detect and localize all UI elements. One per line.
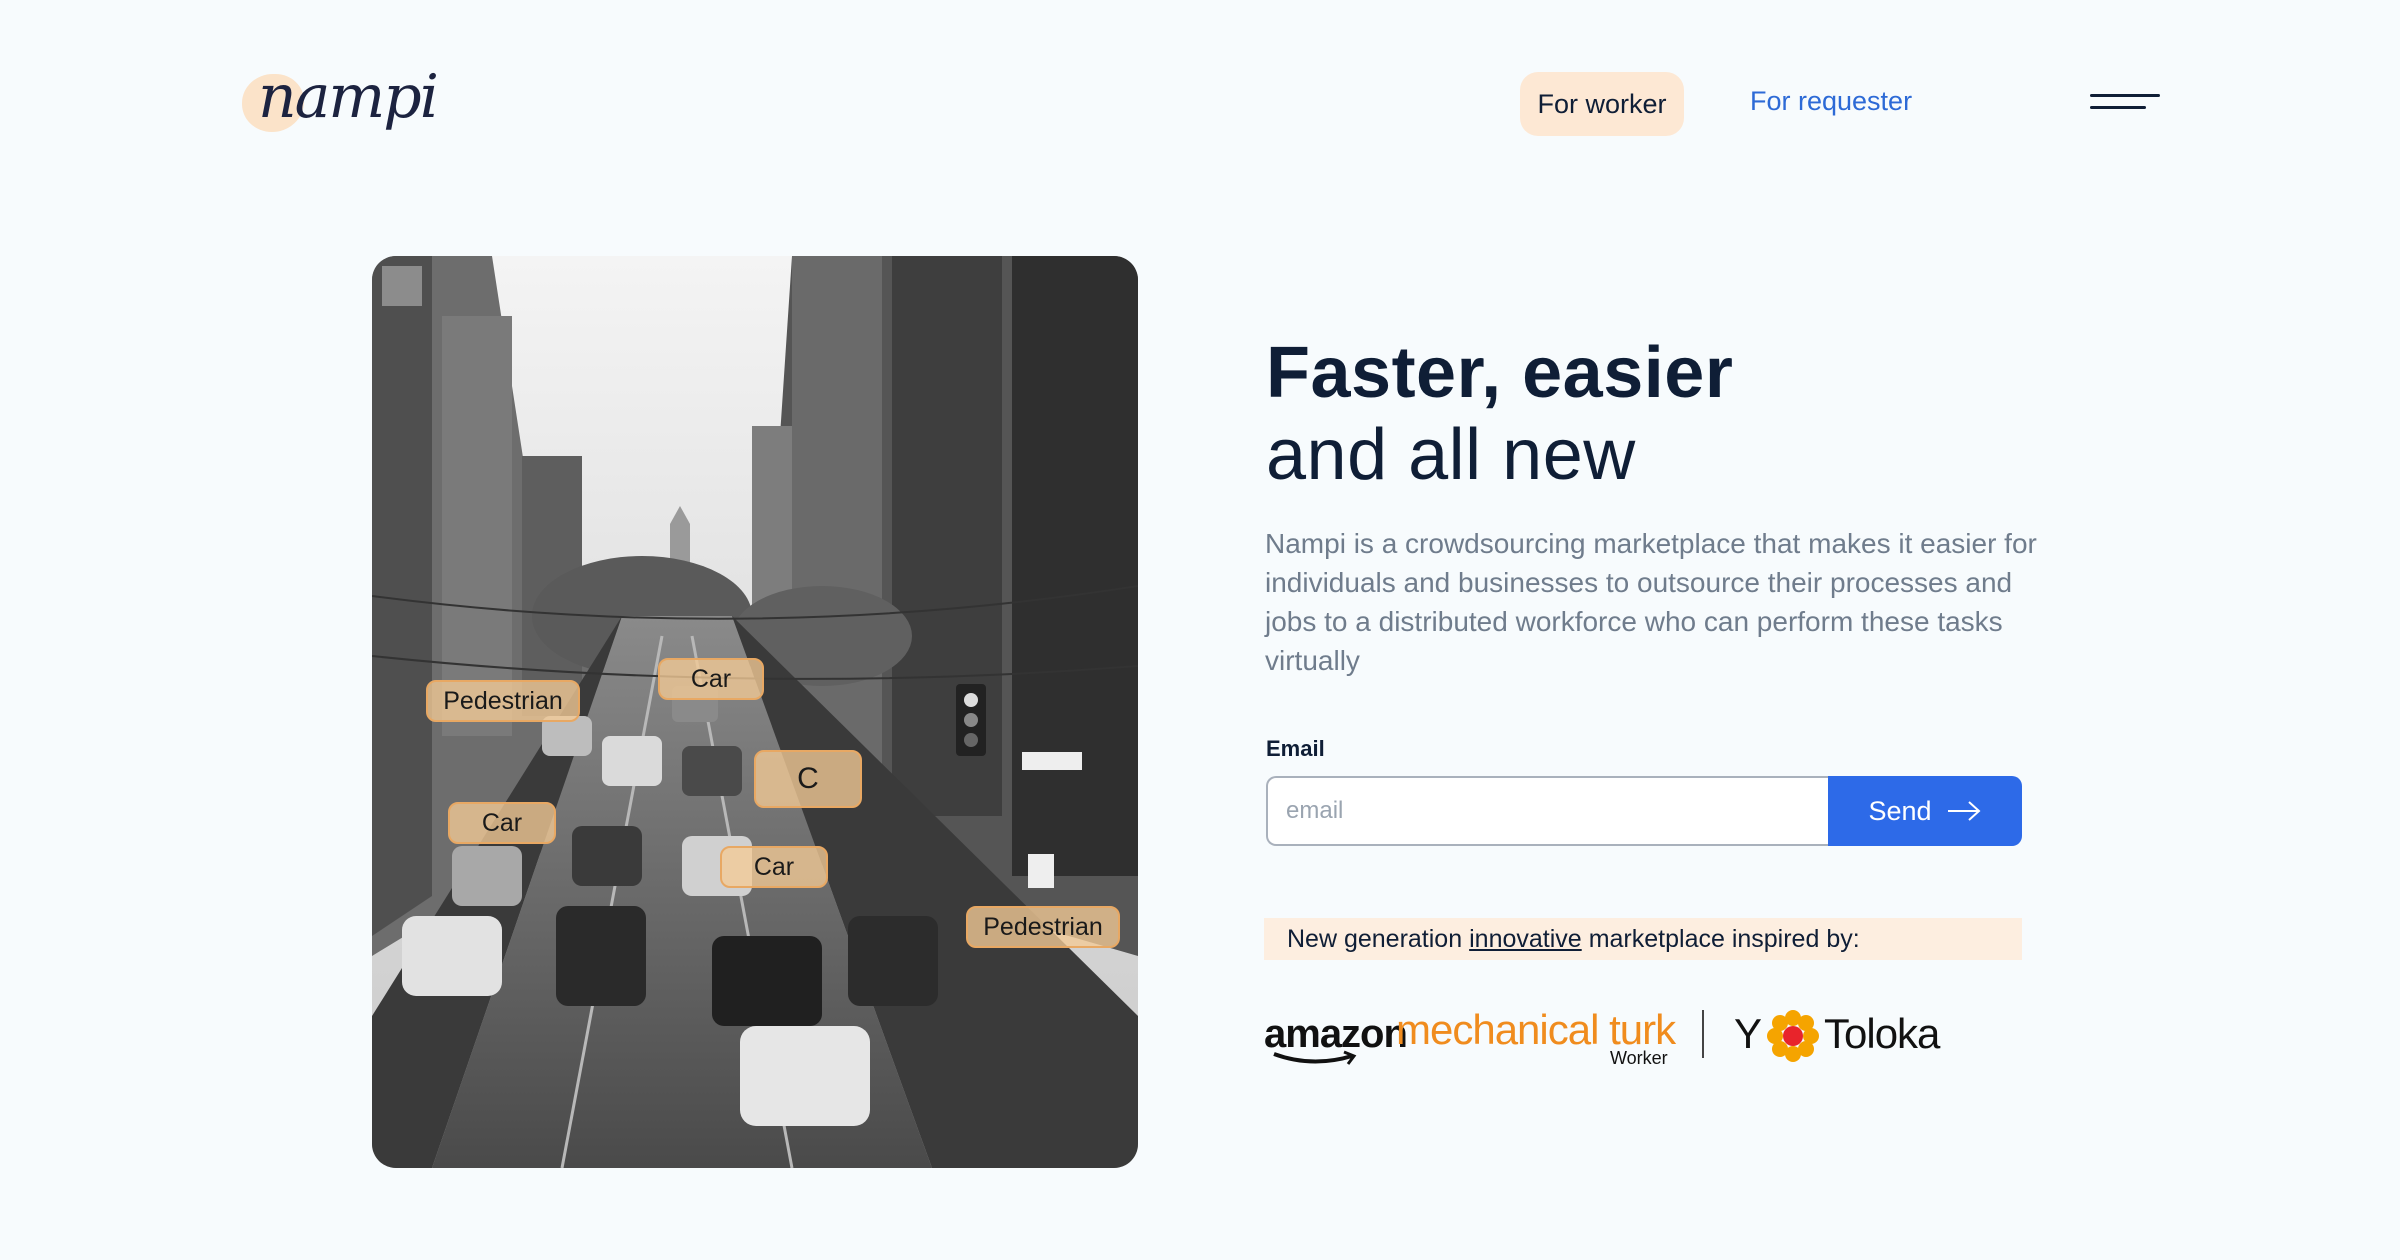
menu-line-top [2090, 94, 2160, 97]
label-tag-car: Car [720, 846, 828, 888]
innovative-link[interactable]: innovative [1469, 925, 1582, 954]
page: nampi For worker For requester Pedestria… [0, 0, 2400, 1260]
label-tag-pedestrian: Pedestrian [426, 680, 580, 722]
arrow-right-icon [1947, 801, 1981, 821]
inspired-banner: New generation innovative marketplace in… [1264, 918, 2022, 960]
inspired-suffix: marketplace inspired by: [1588, 924, 1860, 953]
toloka-flower-icon [1767, 1010, 1819, 1062]
mturk-logo-text: mechanical turk [1396, 1006, 1676, 1053]
mturk-worker-text: Worker [1610, 1048, 1668, 1068]
description-text: Nampi is a crowdsourcing marketplace tha… [1265, 528, 2037, 676]
send-button[interactable]: Send [1828, 776, 2022, 846]
toloka-logo-text: Toloka [1824, 1010, 1940, 1057]
yandex-y-logo: Y [1734, 1010, 1763, 1057]
email-label: Email [1266, 736, 1325, 761]
inspired-prefix: New generation [1287, 924, 1463, 953]
label-tag-car-partial: C [754, 750, 862, 808]
headline-regular: and all new [1266, 415, 1636, 495]
nav-for-worker[interactable]: For worker [1520, 72, 1684, 136]
menu-line-bottom [2090, 106, 2146, 109]
nav-for-requester[interactable]: For requester [1750, 86, 1912, 117]
street-scene-image: Pedestrian Car C Car Car Pedestrian [372, 256, 1138, 1168]
nampi-logo[interactable]: nampi [238, 62, 439, 152]
label-tag-car: Car [448, 802, 556, 844]
headline-bold: Faster, easier [1266, 333, 1734, 413]
logo-text: nampi [258, 62, 439, 132]
logo-divider [1702, 1010, 1704, 1058]
send-label: Send [1868, 795, 1932, 826]
email-input[interactable] [1266, 776, 1832, 846]
label-tag-car: Car [658, 658, 764, 700]
menu-icon[interactable] [2090, 88, 2164, 114]
label-tag-pedestrian: Pedestrian [966, 906, 1120, 948]
amazon-smile-icon [1273, 1050, 1357, 1065]
partner-logos: amazon mechanical turk Worker Y Toloka [1264, 1000, 2024, 1080]
